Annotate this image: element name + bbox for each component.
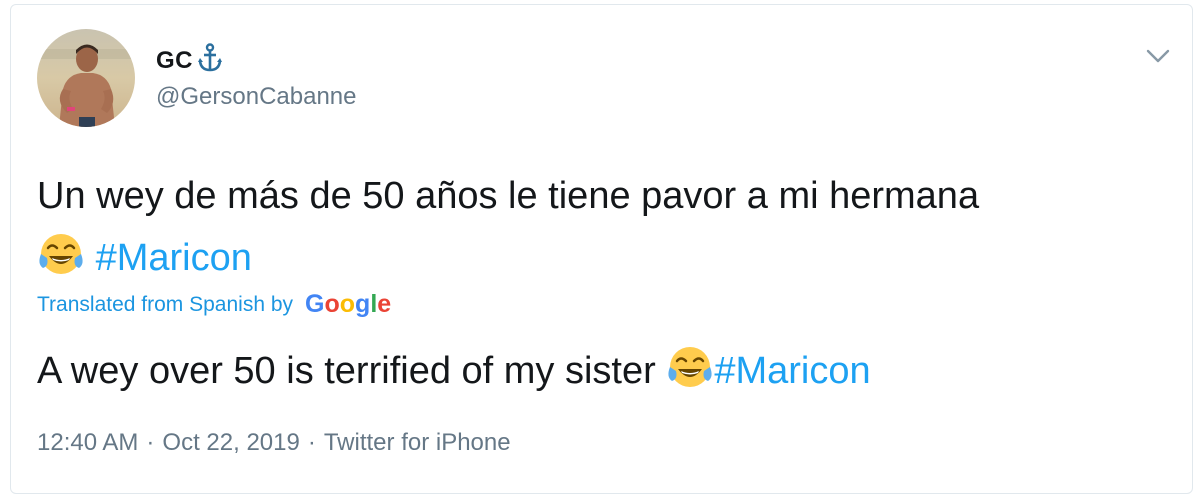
tweet-card: GC @GersonCabanne Un wey de más de 50 añ…: [10, 4, 1193, 494]
tweet-meta: 12:40 AM · Oct 22, 2019 · Twitter for iPhone: [37, 429, 511, 457]
chevron-down-icon[interactable]: [1143, 43, 1173, 69]
display-name[interactable]: GC: [156, 47, 193, 75]
tweet-time[interactable]: 12:40 AM: [37, 429, 138, 456]
avatar[interactable]: [37, 29, 135, 127]
tears-of-joy-emoji-icon: [666, 343, 714, 410]
separator: ·: [146, 429, 155, 456]
logo-letter: o: [339, 290, 356, 318]
tears-of-joy-emoji-icon: [37, 230, 85, 297]
tweet-source[interactable]: Twitter for iPhone: [324, 429, 511, 456]
translated-label[interactable]: Translated from Spanish by: [37, 293, 293, 317]
profile-photo: [37, 29, 135, 127]
separator: ·: [307, 429, 316, 456]
tweet-original-text: Un wey de más de 50 años le tiene pavor …: [37, 165, 1177, 297]
google-logo: Google: [305, 290, 391, 319]
translated-text: A wey over 50 is terrified of my sister: [37, 350, 656, 392]
logo-letter: e: [377, 290, 392, 318]
translation-attribution: Translated from Spanish by Google: [37, 290, 391, 319]
tweet-translated-text: A wey over 50 is terrified of my sister …: [37, 340, 1177, 410]
hashtag-link[interactable]: #Maricon: [96, 237, 252, 279]
hashtag-link[interactable]: #Maricon: [714, 350, 870, 392]
tweet-date[interactable]: Oct 22, 2019: [162, 429, 299, 456]
logo-letter: o: [324, 290, 340, 318]
logo-letter: g: [355, 290, 371, 318]
name-row: GC: [156, 43, 223, 78]
logo-letter: G: [305, 290, 325, 318]
user-handle[interactable]: @GersonCabanne: [156, 83, 356, 111]
anchor-icon: [197, 43, 223, 78]
original-text: Un wey de más de 50 años le tiene pavor …: [37, 175, 980, 217]
